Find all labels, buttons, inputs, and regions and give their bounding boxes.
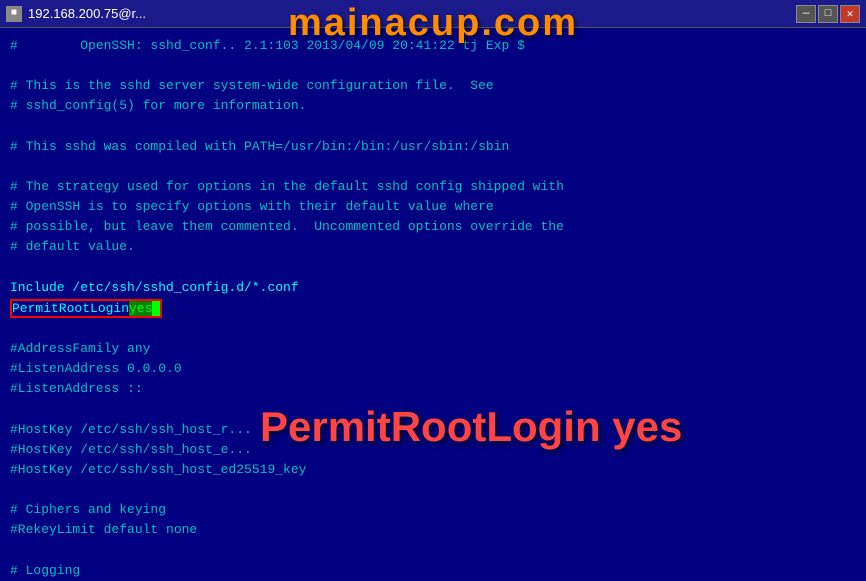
- line-7: [10, 157, 856, 177]
- line-6: # This sshd was compiled with PATH=/usr/…: [10, 137, 856, 157]
- line-27: # Logging: [10, 561, 856, 581]
- permit-root-login-line: PermitRootLogin yes: [10, 299, 856, 318]
- line-8: # The strategy used for options in the d…: [10, 177, 856, 197]
- line-18: #ListenAddress ::: [10, 379, 856, 399]
- line-13: Include /etc/ssh/sshd_config.d/*.conf: [10, 278, 856, 298]
- permit-label: PermitRootLogin: [12, 301, 129, 316]
- window-controls[interactable]: — □ ✕: [796, 5, 860, 23]
- line-12: [10, 258, 856, 278]
- line-16: #AddressFamily any: [10, 339, 856, 359]
- line-17: #ListenAddress 0.0.0.0: [10, 359, 856, 379]
- line-4: # sshd_config(5) for more information.: [10, 96, 856, 116]
- line-25: #RekeyLimit default none: [10, 520, 856, 540]
- terminal-icon: ■: [6, 6, 22, 22]
- line-15: [10, 319, 856, 339]
- line-26: [10, 540, 856, 560]
- terminal-window[interactable]: # OpenSSH: sshd_conf.. 2.1:103 2013/04/0…: [0, 28, 866, 581]
- cursor: [152, 301, 160, 316]
- line-5: [10, 117, 856, 137]
- line-1: # OpenSSH: sshd_conf.. 2.1:103 2013/04/0…: [10, 36, 856, 56]
- overlay-permit-text: PermitRootLogin yes: [260, 403, 682, 451]
- line-3: # This is the sshd server system-wide co…: [10, 76, 856, 96]
- line-2: [10, 56, 856, 76]
- permit-value: yes: [129, 301, 152, 316]
- line-22: #HostKey /etc/ssh/ssh_host_ed25519_key: [10, 460, 856, 480]
- close-button[interactable]: ✕: [840, 5, 860, 23]
- line-24: # Ciphers and keying: [10, 500, 856, 520]
- maximize-button[interactable]: □: [818, 5, 838, 23]
- title-bar: ■ 192.168.200.75@r... — □ ✕: [0, 0, 866, 28]
- line-11: # default value.: [10, 237, 856, 257]
- line-10: # possible, but leave them commented. Un…: [10, 217, 856, 237]
- minimize-button[interactable]: —: [796, 5, 816, 23]
- line-23: [10, 480, 856, 500]
- line-9: # OpenSSH is to specify options with the…: [10, 197, 856, 217]
- title-text: 192.168.200.75@r...: [28, 6, 796, 21]
